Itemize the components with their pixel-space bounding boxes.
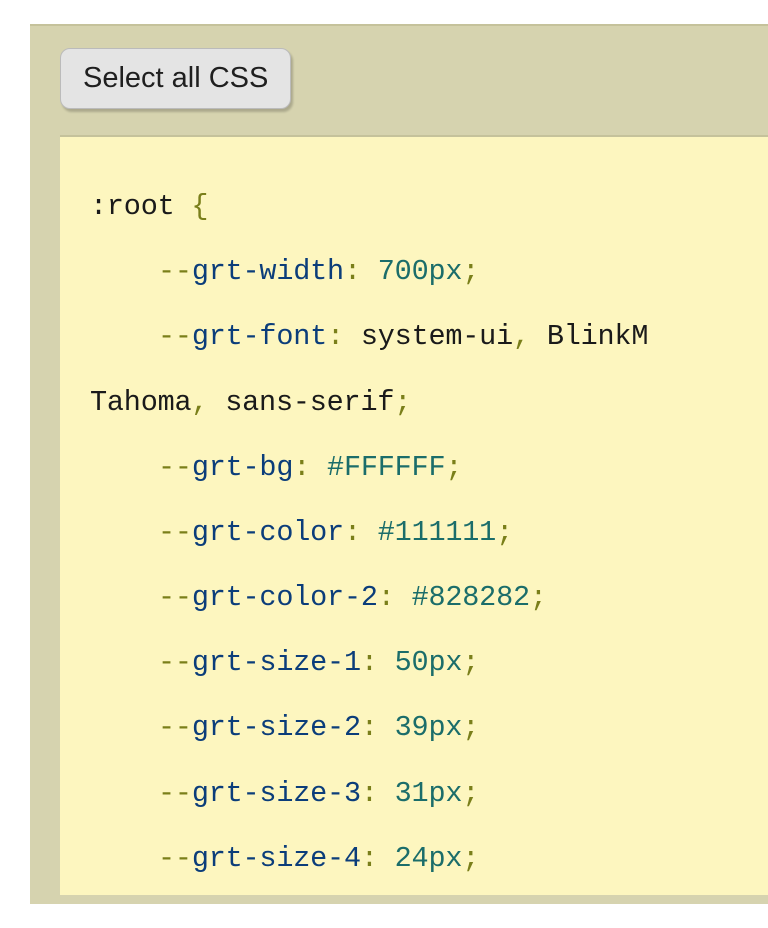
prop-name: grt-size-4 <box>192 842 361 875</box>
prop-dash: -- <box>158 255 192 288</box>
css-property-line: --grt-width: 700px; <box>90 250 768 294</box>
semicolon: ; <box>462 842 479 875</box>
select-all-css-button[interactable]: Select all CSS <box>60 48 291 109</box>
button-label: Select all CSS <box>83 62 268 94</box>
prop-value: #111111 <box>378 516 496 549</box>
prop-value: 39px <box>395 711 463 744</box>
css-property-line: --grt-font: system-ui, BlinkM <box>90 315 768 359</box>
css-property-line: --grt-color-2: #828282; <box>90 576 768 620</box>
colon: : <box>361 842 378 875</box>
colon: : <box>361 777 378 810</box>
font-token: Tahoma <box>90 386 191 419</box>
prop-value: 50px <box>395 646 463 679</box>
semicolon: ; <box>462 711 479 744</box>
comma: , <box>191 386 225 419</box>
prop-name: grt-width <box>192 255 344 288</box>
css-property-line: --grt-size-1: 50px; <box>90 641 768 685</box>
prop-value: 24px <box>395 842 463 875</box>
css-property-line: --grt-size-2: 39px; <box>90 706 768 750</box>
semicolon: ; <box>462 777 479 810</box>
prop-dash: -- <box>158 646 192 679</box>
css-property-line: --grt-size-3: 31px; <box>90 772 768 816</box>
semicolon: ; <box>462 646 479 679</box>
semicolon: ; <box>394 386 411 419</box>
semicolon: ; <box>462 255 479 288</box>
brace-open: { <box>191 190 208 223</box>
panel: Select all CSS :root { --grt-width: 700p… <box>30 24 768 904</box>
prop-value: #FFFFFF <box>327 451 445 484</box>
colon: : <box>361 711 378 744</box>
semicolon: ; <box>496 516 513 549</box>
prop-name: grt-font <box>192 320 327 353</box>
prop-name: grt-color <box>192 516 344 549</box>
colon: : <box>293 451 310 484</box>
prop-dash: -- <box>158 320 192 353</box>
colon: : <box>378 581 395 614</box>
font-token: sans-serif <box>225 386 394 419</box>
prop-name: grt-size-2 <box>192 711 361 744</box>
css-property-line: --grt-bg: #FFFFFF; <box>90 446 768 490</box>
prop-value: #828282 <box>412 581 530 614</box>
prop-dash: -- <box>158 581 192 614</box>
semicolon: ; <box>445 451 462 484</box>
selector: :root <box>90 190 175 223</box>
font-token: system-ui <box>361 320 513 353</box>
font-token: BlinkM <box>547 320 648 353</box>
semicolon: ; <box>530 581 547 614</box>
prop-dash: -- <box>158 711 192 744</box>
colon: : <box>344 255 361 288</box>
prop-name: grt-size-3 <box>192 777 361 810</box>
css-code-block: :root { --grt-width: 700px; --grt-font: … <box>60 135 768 895</box>
colon: : <box>344 516 361 549</box>
prop-value: 31px <box>395 777 463 810</box>
css-property-wrap-line: Tahoma, sans-serif; <box>90 381 768 425</box>
css-property-line: --grt-size-4: 24px; <box>90 837 768 881</box>
prop-dash: -- <box>158 777 192 810</box>
prop-dash: -- <box>158 516 192 549</box>
selector-line: :root { <box>90 185 768 229</box>
prop-name: grt-color-2 <box>192 581 378 614</box>
prop-dash: -- <box>158 842 192 875</box>
comma: , <box>513 320 547 353</box>
prop-name: grt-size-1 <box>192 646 361 679</box>
colon: : <box>361 646 378 679</box>
colon: : <box>327 320 344 353</box>
prop-value: 700px <box>378 255 463 288</box>
prop-dash: -- <box>158 451 192 484</box>
prop-name: grt-bg <box>192 451 293 484</box>
css-property-line: --grt-color: #111111; <box>90 511 768 555</box>
